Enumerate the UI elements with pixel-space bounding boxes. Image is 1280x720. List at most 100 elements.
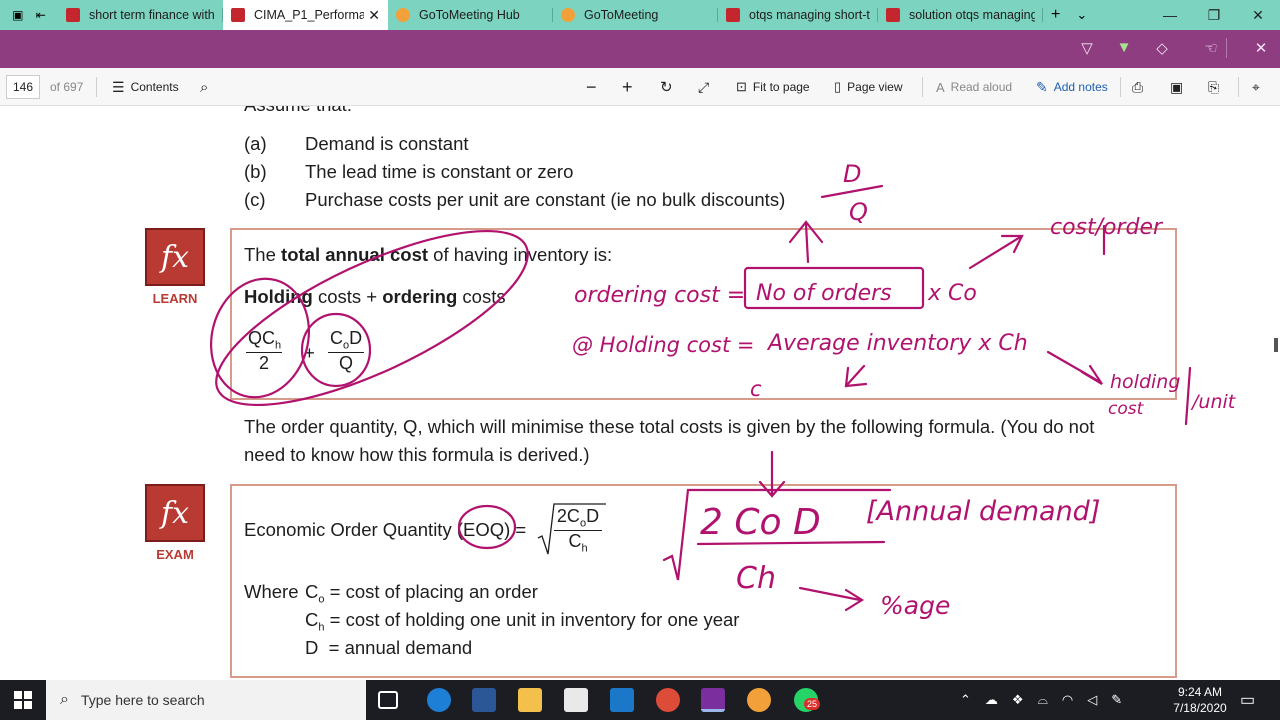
learn-caption: LEARN	[152, 291, 198, 306]
ink-annotation-bar: ▽ ▼ ◇ ☜ ✕	[0, 30, 1280, 68]
window-controls: — ❐ ✕	[1148, 0, 1280, 30]
wifi-icon[interactable]: ◠	[1062, 692, 1073, 708]
file-explorer-icon[interactable]	[518, 688, 542, 712]
pdf-page: Assume that: (a) Demand is constant (b) …	[0, 106, 1280, 680]
pen-workspace-icon[interactable]: ✎	[1111, 692, 1122, 708]
store-icon[interactable]	[564, 688, 588, 712]
network-icon[interactable]: ⌓	[1038, 692, 1048, 708]
save-button[interactable]: ▣	[1170, 68, 1183, 106]
print-button[interactable]: ⎙	[1132, 68, 1143, 106]
toolbar-divider	[1226, 38, 1227, 58]
eoq-fraction: 2CoD Ch	[554, 506, 602, 554]
system-clock[interactable]: 9:24 AM 7/18/2020	[1168, 684, 1232, 716]
notification-badge: 25	[804, 698, 821, 710]
assumption-c-text: Purchase costs per unit are constant (ie…	[305, 189, 786, 210]
rotate-button[interactable]: ↻	[660, 68, 673, 106]
list-icon: ☰	[112, 78, 125, 95]
tab-otqs-managing[interactable]: otqs managing short-te	[718, 0, 878, 30]
tab-short-term-finance[interactable]: short term finance with	[58, 0, 223, 30]
zoom-out-button[interactable]: −	[586, 68, 597, 106]
tab-solution-otqs[interactable]: solution otqs managing	[878, 0, 1043, 30]
pin-toolbar-button[interactable]: ⌖	[1252, 68, 1260, 106]
tab-list-icon[interactable]: ⌄	[1076, 7, 1087, 23]
tab-label: CIMA_P1_Performa	[254, 8, 365, 22]
where-prefix: Where	[244, 581, 299, 602]
onedrive-icon[interactable]: ☁	[985, 692, 998, 708]
definition-d: D = annual demand	[305, 637, 473, 658]
tab-gotomeeting[interactable]: GoToMeeting	[553, 0, 718, 30]
tab-label: short term finance with	[89, 8, 215, 22]
back-tabs-icon[interactable]: ⇤	[36, 8, 46, 22]
clock-time: 9:24 AM	[1177, 685, 1223, 699]
page-number-group: 146 of 697	[6, 68, 83, 106]
order-quantity-text-line1: The order quantity, Q, which will minimi…	[244, 416, 1095, 437]
highlight-icon[interactable]: ▽	[1076, 39, 1098, 59]
tab-gotomeeting-hub[interactable]: GoToMeeting Hub	[388, 0, 553, 30]
contents-button[interactable]: ☰ Contents	[112, 68, 179, 106]
volume-icon[interactable]: ◁	[1087, 692, 1097, 708]
task-view-icon[interactable]	[378, 691, 398, 709]
page-total: of 697	[50, 80, 84, 94]
gotomeeting-icon[interactable]	[747, 688, 771, 712]
onenote-icon[interactable]	[701, 688, 725, 712]
new-tab-group: + ⌄	[1043, 0, 1095, 30]
scrollbar-thumb[interactable]	[1274, 338, 1278, 352]
search-icon: ⌕	[200, 78, 209, 96]
taskbar-search[interactable]: ⌕ Type here to search	[46, 680, 366, 720]
windows-logo-icon	[14, 691, 32, 709]
rotate-icon: ↻	[660, 79, 673, 96]
partial-heading: Assume that:	[244, 106, 352, 116]
tab-system-controls: ▣ ⇤	[0, 0, 58, 30]
tab-actions-icon[interactable]: ▣	[12, 8, 23, 22]
mail-icon[interactable]	[610, 688, 634, 712]
fit-to-page-button[interactable]: ⊡ Fit to page	[736, 68, 810, 106]
chevron-up-icon[interactable]: ⌃	[960, 692, 971, 708]
close-tab-icon[interactable]: ✕	[368, 7, 380, 24]
plus-icon: +	[622, 76, 633, 97]
read-aloud-button[interactable]: A Read aloud	[936, 68, 1012, 106]
add-notes-button[interactable]: ✎ Add notes	[1036, 68, 1108, 106]
chrome-icon[interactable]	[656, 688, 680, 712]
ordering-cost-fraction: CoD Q	[328, 328, 364, 373]
exam-fx-badge: fx	[145, 484, 205, 542]
action-center-icon[interactable]: ▭	[1240, 690, 1255, 710]
read-aloud-icon: A	[936, 79, 945, 95]
tab-cima-p1[interactable]: CIMA_P1_Performa ✕	[223, 0, 388, 30]
start-button[interactable]	[0, 680, 46, 720]
tab-label: GoToMeeting Hub	[419, 8, 520, 22]
minimize-icon[interactable]: —	[1148, 7, 1192, 23]
save-as-button[interactable]: ⎘	[1208, 68, 1219, 106]
touch-write-icon[interactable]: ☜	[1200, 39, 1222, 59]
search-icon: ⌕	[60, 691, 69, 708]
dropbox-icon[interactable]: ❖	[1012, 692, 1024, 708]
read-aloud-label: Read aloud	[950, 80, 1013, 94]
save-as-icon: ⎘	[1208, 78, 1220, 95]
page-view-button[interactable]: ▯ Page view	[834, 68, 903, 106]
restore-icon[interactable]: ❐	[1192, 7, 1236, 24]
exam-caption: EXAM	[156, 547, 194, 562]
assumption-c-marker: (c)	[244, 189, 266, 210]
search-placeholder: Type here to search	[80, 692, 205, 708]
zoom-in-button[interactable]: +	[622, 68, 633, 106]
pdf-icon	[726, 8, 740, 22]
search-button[interactable]: ⌕	[200, 68, 208, 106]
new-tab-icon[interactable]: +	[1051, 6, 1060, 24]
assumption-a-marker: (a)	[244, 133, 267, 154]
fullscreen-button[interactable]: ⤢	[698, 68, 709, 106]
holding-ordering-line: Holding costs + ordering costs	[244, 286, 506, 307]
page-number-input[interactable]: 146	[6, 75, 40, 99]
minus-icon: −	[586, 76, 597, 97]
clock-date: 7/18/2020	[1173, 701, 1227, 715]
print-icon: ⎙	[1132, 78, 1144, 95]
window-close-icon[interactable]: ✕	[1236, 7, 1280, 24]
word-icon[interactable]	[472, 688, 496, 712]
close-icon[interactable]: ✕	[1250, 39, 1272, 59]
edge-icon[interactable]	[427, 688, 451, 712]
assumption-a-text: Demand is constant	[305, 133, 469, 154]
tab-label: solution otqs managing	[909, 8, 1035, 22]
order-quantity-text-line2: need to know how this formula is derived…	[244, 444, 590, 465]
eoq-label: Economic Order Quantity (EOQ) =	[244, 519, 527, 540]
toolbar-divider	[96, 77, 97, 97]
eraser-icon[interactable]: ◇	[1151, 39, 1173, 59]
text-highlight-icon[interactable]: ▼	[1113, 39, 1135, 59]
